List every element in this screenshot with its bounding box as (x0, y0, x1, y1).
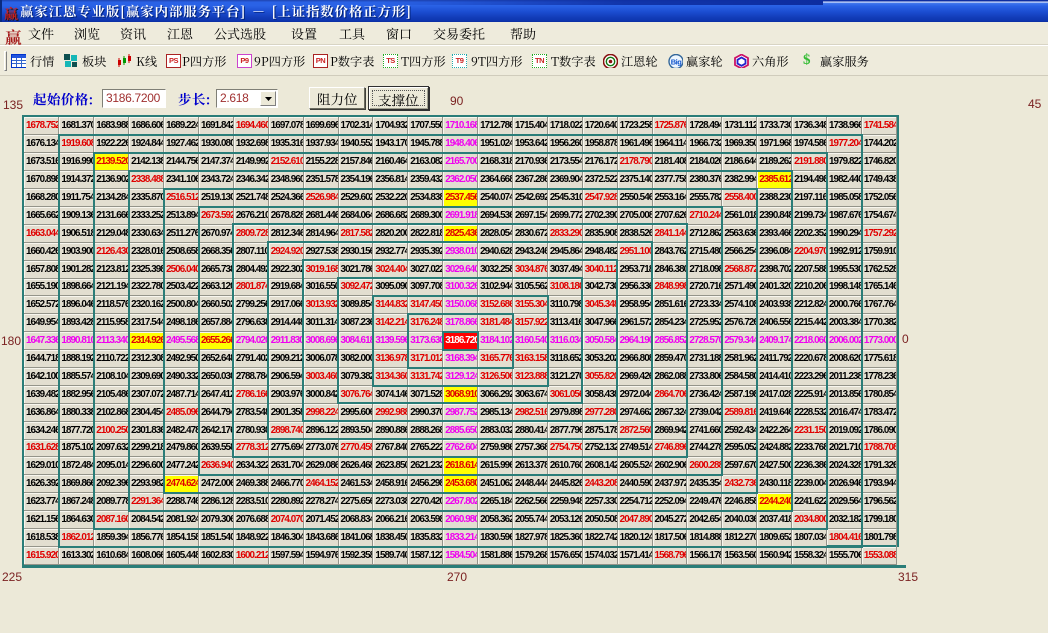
svg-text:Big: Big (671, 58, 683, 67)
